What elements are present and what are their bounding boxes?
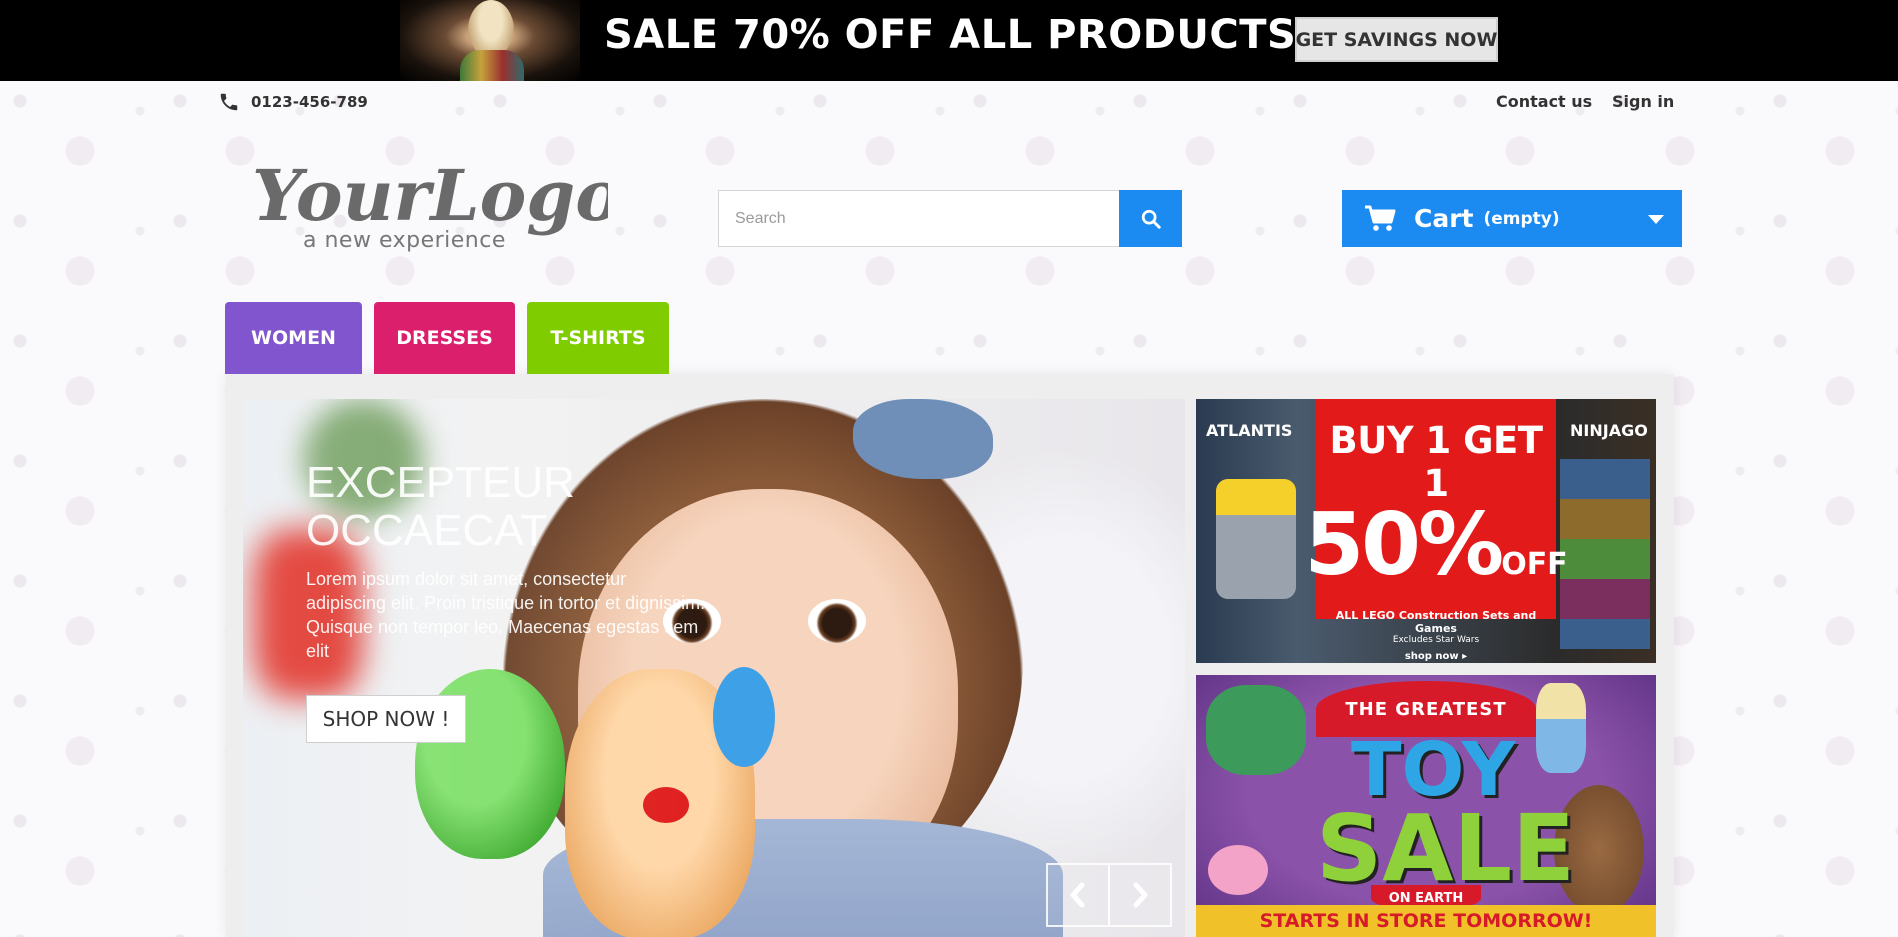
tab-t-shirts[interactable]: T-SHIRTS xyxy=(527,302,669,374)
banner-model-photo xyxy=(400,0,580,81)
lego-brand-atlantis: ATLANTIS xyxy=(1206,421,1293,440)
get-savings-button[interactable]: GET SAVINGS NOW xyxy=(1295,17,1498,62)
tab-dresses[interactable]: DRESSES xyxy=(374,302,515,374)
lego-offer-percent: 50%OFF xyxy=(1304,502,1568,605)
search-button[interactable] xyxy=(1119,190,1182,247)
contact-us-link[interactable]: Contact us xyxy=(1496,92,1592,111)
lego-brand-ninjago: NINJAGO xyxy=(1570,421,1648,440)
toy-pink-figure-image xyxy=(1208,845,1268,895)
lego-offer-headline: BUY 1 GET 1 xyxy=(1329,419,1543,505)
search-icon xyxy=(1141,209,1161,229)
phone-icon xyxy=(220,93,238,111)
toy-sale-footer: STARTS IN STORE TOMORROW! xyxy=(1196,905,1656,937)
cart-label: Cart xyxy=(1414,204,1474,233)
sign-in-link[interactable]: Sign in xyxy=(1612,92,1674,111)
search-bar xyxy=(718,190,1182,247)
slide-photo-eye-right xyxy=(808,599,866,643)
slide-photo-puppy-ear xyxy=(713,667,775,767)
lego-boxes-image xyxy=(1560,459,1650,649)
lego-offer-off: OFF xyxy=(1501,547,1568,582)
chevron-down-icon xyxy=(1648,215,1664,224)
toy-dinosaur-image xyxy=(1206,685,1306,775)
banner-model-top xyxy=(460,50,524,81)
lego-offer-panel: BUY 1 GET 1 50%OFF ALL LEGO Construction… xyxy=(1304,399,1568,662)
slider-prev-button[interactable] xyxy=(1046,863,1110,927)
chevron-right-icon xyxy=(1133,882,1148,908)
logo-text: YourLogo xyxy=(252,158,608,237)
chevron-left-icon xyxy=(1070,882,1085,908)
slide-title: EXCEPTEUR OCCAECAT xyxy=(306,458,575,555)
slide-description: Lorem ipsum dolor sit amet, consectetur … xyxy=(306,569,706,661)
lego-offer-percent-value: 50% xyxy=(1304,495,1504,595)
promo-banner-lego[interactable]: ATLANTIS NINJAGO BUY 1 GET 1 50%OFF ALL … xyxy=(1196,399,1656,663)
shop-now-button[interactable]: SHOP NOW ! xyxy=(306,695,466,743)
phone-number: 0123-456-789 xyxy=(251,93,368,111)
cart-icon xyxy=(1365,205,1396,231)
slider-next-button[interactable] xyxy=(1108,863,1172,927)
top-promo-banner[interactable]: SALE 70% OFF ALL PRODUCTS GET SAVINGS NO… xyxy=(0,0,1898,81)
promo-banner-toy-sale[interactable]: THE GREATEST TOY SALE ON EARTH STARTS IN… xyxy=(1196,675,1656,937)
lego-offer-scope: ALL LEGO Construction Sets and Games xyxy=(1335,609,1537,635)
lego-offer-exclusion: Excludes Star Wars xyxy=(1392,635,1480,645)
tab-women[interactable]: WOMEN xyxy=(225,302,362,374)
contact-phone: 0123-456-789 xyxy=(218,91,368,113)
lego-minifigure-image xyxy=(1216,479,1296,599)
cart-button[interactable]: Cart (empty) xyxy=(1342,190,1682,247)
slide-photo-hair-bow xyxy=(853,399,993,479)
banner-headline: SALE 70% OFF ALL PRODUCTS xyxy=(604,12,1297,58)
logo-wordmark: YourLogo xyxy=(252,154,622,237)
homepage-slider[interactable]: EXCEPTEUR OCCAECAT Lorem ipsum dolor sit… xyxy=(243,399,1185,937)
search-input[interactable] xyxy=(718,190,1119,247)
cart-state: (empty) xyxy=(1483,208,1560,229)
lego-shop-now-link[interactable]: shop now ▸ xyxy=(1405,651,1467,662)
logo-tagline: a new experience xyxy=(303,228,506,253)
site-logo[interactable]: YourLogo a new experience xyxy=(248,154,622,258)
toy-doll-image xyxy=(1536,683,1586,773)
